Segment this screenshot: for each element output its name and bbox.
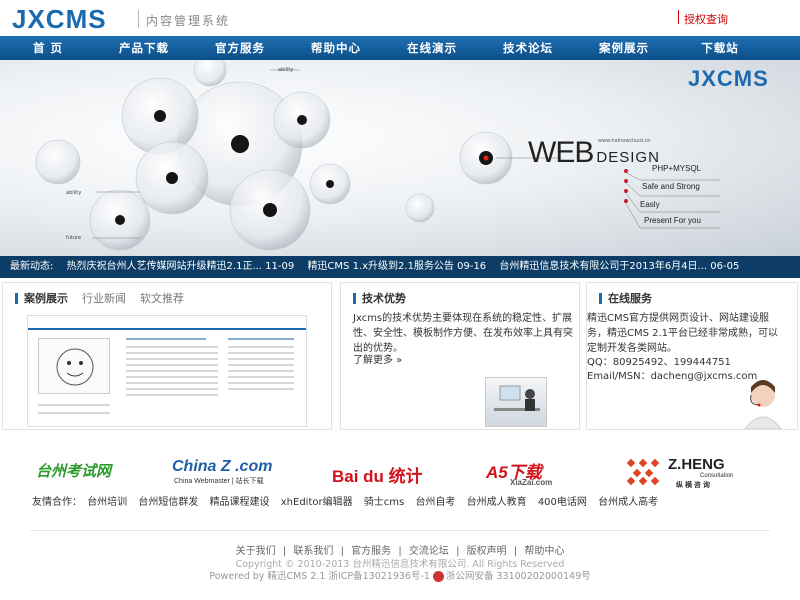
nav-product-download[interactable]: 产品下载	[96, 36, 192, 60]
police-badge-icon	[432, 571, 444, 582]
header: JXCMS 内容管理系统 授权查询	[0, 0, 800, 36]
tag-php-mysql: PHP+MYSQL	[652, 164, 702, 173]
service-description-text: 精迅CMS官方提供网页设计、网站建设服务，精迅CMS 2.1平台已经非常成熟，可…	[587, 313, 779, 354]
friend-links: 友情合作： 台州培训 台州短信群发 精品课程建设 xhEditor编辑器 骑士c…	[32, 493, 666, 508]
learn-more-link[interactable]: 了解更多 »	[353, 351, 402, 366]
tech-description: Jxcms的技术优势主要体现在系统的稳定性、扩展性、安全性、模板制作方便、在发布…	[353, 313, 573, 354]
tech-title: 技术优势	[353, 293, 406, 304]
friend-link[interactable]: 台州成人教育	[467, 497, 527, 508]
friend-links-label: 友情合作：	[32, 497, 82, 508]
partner-zheng-cn: 纵 横 咨 询	[676, 482, 710, 489]
ticker-item[interactable]: 热烈庆祝台州人艺传媒网站升级精迅2.1正... 11-09	[67, 261, 295, 272]
news-ticker: 最新动态: 热烈庆祝台州人艺传媒网站升级精迅2.1正... 11-09 精迅CM…	[0, 256, 800, 278]
friend-link[interactable]: 台州短信群发	[138, 497, 198, 508]
small-label-ability-top: ability	[278, 67, 294, 73]
friend-link[interactable]: 精品课程建设	[210, 497, 270, 508]
partner-logo-baidu-tongji[interactable]: Bai du 统计	[332, 462, 423, 487]
service-description: 精迅CMS官方提供网页设计、网站建设服务，精迅CMS 2.1平台已经非常成熟，可…	[587, 311, 787, 356]
auth-query-link[interactable]: 授权查询	[684, 11, 728, 27]
nav-help-center[interactable]: 帮助中心	[288, 36, 384, 60]
friend-link[interactable]: 骑士cms	[364, 497, 404, 508]
cases-tabs: 案例展示 行业新闻 软文推荐	[15, 293, 184, 304]
main-nav: 首 页 产品下载 官方服务 帮助中心 在线演示 技术论坛 案例展示 下载站	[0, 36, 800, 60]
friend-link[interactable]: xhEditor编辑器	[281, 497, 353, 508]
site-logo[interactable]: JXCMS	[12, 4, 107, 35]
ticker-item[interactable]: 台州精迅信息技术有限公司于2013年6月4日... 06-05	[499, 261, 739, 272]
online-service-panel: 在线服务 精迅CMS官方提供网页设计、网站建设服务，精迅CMS 2.1平台已经非…	[586, 282, 798, 430]
headline-design: DESIGN	[596, 149, 660, 166]
logo-divider	[138, 10, 139, 28]
nav-home[interactable]: 首 页	[0, 36, 96, 60]
ticker-item[interactable]: 精迅CMS 1.x升级到2.1服务公告 09-16	[307, 261, 486, 272]
footer-links: 关于我们 | 联系我们 | 官方服务 | 交流论坛 | 版权声明 | 帮助中心	[0, 542, 800, 557]
friend-link[interactable]: 400电话网	[538, 497, 587, 508]
partner-a5-domain: XiaZai.com	[510, 478, 553, 487]
site-subtitle: 内容管理系统	[146, 14, 231, 28]
case-screenshot-header	[28, 316, 306, 330]
tech-advantage-panel: 技术优势 Jxcms的技术优势主要体现在系统的稳定性、扩展性、安全性、模板制作方…	[340, 282, 580, 430]
bubble-illustration	[35, 60, 720, 251]
friend-link[interactable]: 台州自考	[415, 497, 455, 508]
banner-headline: WEB DESIGN	[528, 136, 660, 170]
partner-logo-chinaz[interactable]: China Z .com	[172, 458, 272, 476]
partner-zheng-consultation: Consultation	[700, 473, 734, 479]
powered-text[interactable]: Powered by 精迅CMS 2.1 浙ICP备13021936号-1	[209, 571, 430, 582]
case-screenshot[interactable]	[27, 315, 307, 427]
banner-logo: JXCMS	[688, 66, 769, 91]
case-cartoon-image	[38, 338, 110, 394]
zheng-pattern-icon	[626, 458, 660, 486]
hero-banner[interactable]: JXCMS www.hainowcloud.cn WEB DESIGN PHP+…	[0, 60, 800, 256]
friend-link[interactable]: 台州成人高考	[598, 497, 658, 508]
powered-by: Powered by 精迅CMS 2.1 浙ICP备13021936号-1 浙公…	[0, 568, 800, 582]
support-agent-image	[737, 375, 785, 430]
partner-logo-taizhou-exam[interactable]: 台州考试网	[36, 460, 111, 481]
business-photo	[485, 377, 547, 427]
small-label-future: future	[66, 235, 82, 241]
tag-easly: Easly	[640, 200, 660, 209]
service-title: 在线服务	[599, 293, 652, 304]
police-record[interactable]: 浙公网安备 33100202000149号	[446, 571, 591, 582]
nav-case-showcase[interactable]: 案例展示	[576, 36, 672, 60]
nav-download-site[interactable]: 下载站	[672, 36, 768, 60]
headline-web: WEB	[528, 136, 594, 169]
partner-logo-zheng[interactable]: Z.HENG	[668, 456, 725, 473]
auth-divider	[678, 10, 679, 24]
tag-safe-strong: Safe and Strong	[642, 182, 700, 191]
cases-panel: 案例展示 行业新闻 软文推荐	[2, 282, 332, 430]
service-qq: QQ：80925492、199444751	[587, 357, 731, 368]
nav-online-demo[interactable]: 在线演示	[384, 36, 480, 60]
nav-tech-forum[interactable]: 技术论坛	[480, 36, 576, 60]
small-label-ability: ability	[66, 190, 82, 196]
friend-link[interactable]: 台州培训	[87, 497, 127, 508]
tag-present: Present For you	[644, 216, 701, 225]
footer-divider	[30, 530, 770, 531]
tab-soft-articles[interactable]: 软文推荐	[140, 293, 184, 304]
nav-official-service[interactable]: 官方服务	[192, 36, 288, 60]
service-email[interactable]: Email/MSN：dacheng@jxcms.com	[587, 367, 757, 382]
tab-industry-news[interactable]: 行业新闻	[82, 293, 126, 304]
tab-case-showcase[interactable]: 案例展示	[15, 293, 68, 304]
partner-logos: 台州考试网 China Z .com China Webmaster | 站长下…	[0, 454, 800, 494]
ticker-label: 最新动态:	[10, 261, 54, 272]
partner-chinaz-tagline: China Webmaster | 站长下载	[174, 478, 264, 485]
